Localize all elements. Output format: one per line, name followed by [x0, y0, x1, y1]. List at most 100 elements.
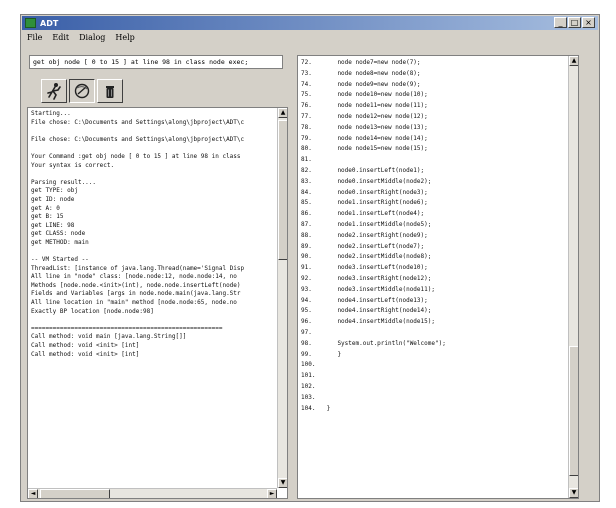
menu-dialog[interactable]: Dialog [74, 33, 110, 42]
code-line: 90. node2.insertMiddle(node8); [301, 252, 566, 263]
console-line: Call method: void main [java.lang.String… [31, 333, 187, 341]
console-vertical-scrollbar[interactable]: ▲ ▼ [277, 108, 287, 488]
code-line: 97. [301, 328, 566, 339]
line-number: 91. [301, 264, 312, 272]
code-text: node1.insertRight(node6); [323, 199, 428, 207]
menu-file[interactable]: File [22, 33, 47, 42]
code-line: 80. node node15=new node(15); [301, 144, 566, 155]
code-text: } [323, 350, 342, 358]
console-line: get LINE: 98 [31, 221, 75, 229]
line-number: 99. [301, 350, 312, 358]
line-number: 95. [301, 307, 312, 315]
menu-edit[interactable]: Edit [47, 33, 74, 42]
title-bar[interactable]: ADT _ □ × [22, 16, 598, 30]
run-button[interactable] [41, 79, 67, 103]
line-number: 73. [301, 69, 312, 77]
code-scroll-thumb[interactable] [569, 346, 578, 476]
line-number: 79. [301, 134, 312, 142]
console-line: Parsing result.... [31, 178, 97, 186]
console-line: File chose: C:\Documents and Settings\al… [31, 135, 245, 143]
menu-help[interactable]: Help [110, 33, 139, 42]
scroll-right-button[interactable]: ► [267, 489, 277, 498]
line-number: 78. [301, 123, 312, 131]
line-number: 85. [301, 199, 312, 207]
code-text: node node8=new node(8); [323, 69, 421, 77]
code-line: 96. node4.insertMiddle(node15); [301, 317, 566, 328]
console-line: Your syntax is correct. [31, 161, 115, 169]
code-text: node2.insertRight(node9); [323, 231, 428, 239]
scroll-thumb[interactable] [278, 120, 287, 260]
console-line: get CLASS: node [31, 230, 86, 238]
console-line: Your Command :get obj node [ 0 to 15 ] a… [31, 152, 241, 160]
code-line: 86. node1.insertLeft(node4); [301, 209, 566, 220]
hscroll-thumb[interactable] [40, 489, 110, 498]
console-line: Methods [node.node.<init>(int), node.nod… [31, 281, 241, 289]
debug-button[interactable] [69, 79, 95, 103]
console-line: Exactly BP location [node.node:98] [31, 307, 154, 315]
console-line: get TYPE: obj [31, 187, 78, 195]
line-number: 75. [301, 91, 312, 99]
code-text: node node10=new node(10); [323, 91, 428, 99]
line-number: 80. [301, 145, 312, 153]
console-line: ========================================… [31, 324, 223, 332]
code-line: 75. node node10=new node(10); [301, 90, 566, 101]
line-number: 83. [301, 177, 312, 185]
code-line: 88. node2.insertRight(node9); [301, 231, 566, 242]
line-number: 101. [301, 372, 316, 380]
debug-icon [74, 83, 90, 99]
code-scroll-up-button[interactable]: ▲ [569, 56, 578, 66]
scroll-up-button[interactable]: ▲ [278, 108, 287, 118]
code-text: node0.insertLeft(node1); [323, 166, 425, 174]
code-scroll-down-button[interactable]: ▼ [569, 488, 578, 498]
line-number: 94. [301, 296, 312, 304]
code-text: node0.insertRight(node3); [323, 188, 428, 196]
console-horizontal-scrollbar[interactable]: ◄ ► [28, 488, 277, 498]
scroll-left-button[interactable]: ◄ [28, 489, 38, 498]
minimize-button[interactable]: _ [554, 17, 567, 28]
code-line: 91. node3.insertLeft(node10); [301, 263, 566, 274]
code-vertical-scrollbar[interactable]: ▲ ▼ [568, 56, 578, 498]
console-line: Starting... [31, 110, 71, 117]
code-line: 72. node node7=new node(7); [301, 58, 566, 69]
command-input[interactable]: get obj node [ 0 to 15 ] at line 98 in c… [29, 55, 283, 69]
console-output[interactable]: Starting... File chose: C:\Documents and … [27, 107, 288, 499]
window-controls: _ □ × [554, 17, 595, 28]
code-line: 87. node1.insertMiddle(node5); [301, 220, 566, 231]
menu-bar: File Edit Dialog Help [22, 31, 598, 44]
console-line: File chose: C:\Documents and Settings\al… [31, 118, 245, 126]
code-text: node4.insertLeft(node13); [323, 296, 428, 304]
line-number: 96. [301, 318, 312, 326]
close-button[interactable]: × [582, 17, 595, 28]
clear-button[interactable] [97, 79, 123, 103]
trash-icon [106, 86, 114, 98]
code-line: 99. } [301, 350, 566, 361]
source-code-view[interactable]: 72. node node7=new node(7); 73. node node… [297, 55, 579, 499]
line-number: 84. [301, 188, 312, 196]
code-line: 85. node1.insertRight(node6); [301, 198, 566, 209]
code-line: 98. System.out.println("Welcome"); [301, 339, 566, 350]
code-text: node4.insertRight(node14); [323, 307, 432, 315]
run-figure-icon [47, 83, 61, 100]
line-number: 98. [301, 339, 312, 347]
console-line: get A: 0 [31, 204, 60, 212]
code-line: 83. node0.insertMiddle(node2); [301, 177, 566, 188]
line-number: 82. [301, 166, 312, 174]
code-text: node node15=new node(15); [323, 145, 428, 153]
console-line: get ID: node [31, 195, 75, 203]
code-line: 100. [301, 360, 566, 371]
main-window: ADT _ □ × File Edit Dialog Help get obj … [20, 14, 600, 502]
code-text: node1.insertMiddle(node5); [323, 220, 432, 228]
code-text: node2.insertMiddle(node8); [323, 253, 432, 261]
line-number: 88. [301, 231, 312, 239]
code-text: node node11=new node(11); [323, 102, 428, 110]
line-number: 102. [301, 382, 316, 390]
scroll-down-button[interactable]: ▼ [278, 478, 287, 488]
line-number: 81. [301, 156, 312, 164]
maximize-button[interactable]: □ [568, 17, 581, 28]
line-number: 93. [301, 285, 312, 293]
console-line: ThreadList: [instance of java.lang.Threa… [31, 264, 245, 272]
